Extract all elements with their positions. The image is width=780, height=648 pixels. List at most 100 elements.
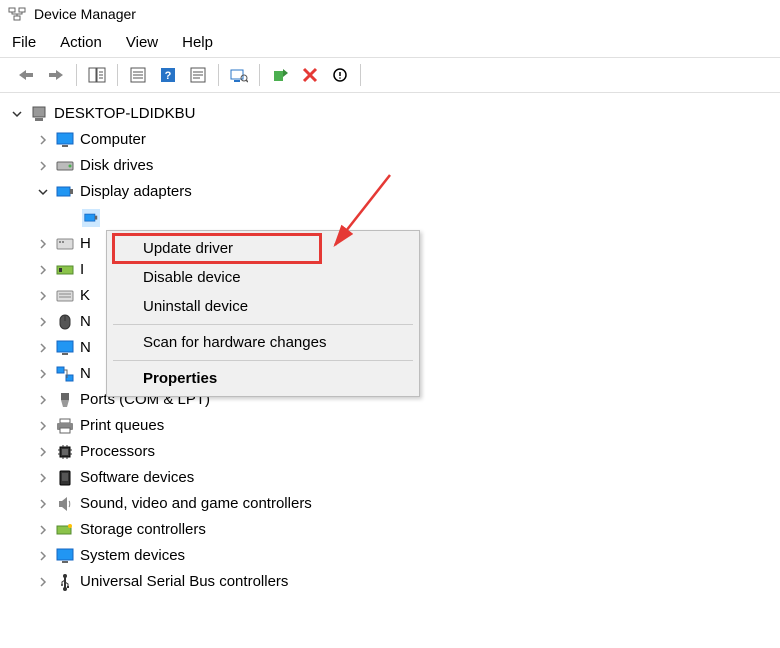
storage-controller-icon [56, 521, 74, 539]
tree-item-usb[interactable]: Universal Serial Bus controllers [6, 569, 774, 595]
tree-item-selected-adapter[interactable] [6, 205, 774, 231]
chevron-right-icon[interactable] [36, 237, 50, 251]
tree-label: Processors [80, 440, 155, 464]
ide-icon [56, 261, 74, 279]
monitor-icon [56, 131, 74, 149]
chevron-right-icon[interactable] [36, 549, 50, 563]
tree-label: Disk drives [80, 154, 153, 178]
update-driver-icon[interactable] [266, 61, 294, 89]
chevron-right-icon[interactable] [36, 497, 50, 511]
chevron-down-icon[interactable] [10, 107, 24, 121]
toolbar-separator [117, 64, 118, 86]
chevron-right-icon[interactable] [36, 133, 50, 147]
display-adapter-icon [82, 209, 100, 227]
keyboard-icon [56, 287, 74, 305]
chevron-down-icon[interactable] [36, 185, 50, 199]
menu-properties[interactable]: Properties [107, 364, 419, 393]
root-label: DESKTOP-LDIDKBU [54, 102, 195, 126]
speaker-icon [56, 495, 74, 513]
printer-icon [56, 417, 74, 435]
menu-separator [113, 360, 413, 361]
tree-item-storage[interactable]: Storage controllers [6, 517, 774, 543]
svg-text:?: ? [165, 70, 172, 82]
processor-icon [56, 443, 74, 461]
menubar: File Action View Help [0, 28, 780, 57]
toolbar-separator [259, 64, 260, 86]
chevron-right-icon[interactable] [36, 445, 50, 459]
menu-disable-device[interactable]: Disable device [107, 263, 419, 292]
help-icon[interactable]: ? [154, 61, 182, 89]
software-icon [56, 469, 74, 487]
port-icon [56, 391, 74, 409]
titlebar: Device Manager [0, 0, 780, 28]
tree-item-sound[interactable]: Sound, video and game controllers [6, 491, 774, 517]
disk-icon [56, 157, 74, 175]
menu-help[interactable]: Help [182, 34, 213, 51]
tree-label: N [80, 336, 91, 360]
properties-icon[interactable] [124, 61, 152, 89]
toolbar-separator [218, 64, 219, 86]
tree-label: Print queues [80, 414, 164, 438]
mouse-icon [56, 313, 74, 331]
tree-label: Computer [80, 128, 146, 152]
tree-item-display-adapters[interactable]: Display adapters [6, 179, 774, 205]
chevron-right-icon[interactable] [36, 419, 50, 433]
usb-icon [56, 573, 74, 591]
toolbar: ? [0, 57, 780, 93]
tree-item-software-devices[interactable]: Software devices [6, 465, 774, 491]
tree-item-processors[interactable]: Processors [6, 439, 774, 465]
context-menu: Update driver Disable device Uninstall d… [106, 230, 420, 397]
window-title: Device Manager [34, 6, 136, 22]
tree-label: I [80, 258, 84, 282]
tree-label: Universal Serial Bus controllers [80, 570, 288, 594]
menu-file[interactable]: File [12, 34, 36, 51]
display-adapter-icon [56, 183, 74, 201]
tree-item-system-devices[interactable]: System devices [6, 543, 774, 569]
monitor-icon [56, 339, 74, 357]
tree-label: H [80, 232, 91, 256]
scan-hardware-icon[interactable] [225, 61, 253, 89]
action-icon[interactable] [184, 61, 212, 89]
tree-label: System devices [80, 544, 185, 568]
toolbar-separator [360, 64, 361, 86]
chevron-right-icon[interactable] [36, 341, 50, 355]
chevron-right-icon[interactable] [36, 367, 50, 381]
menu-uninstall-device[interactable]: Uninstall device [107, 292, 419, 321]
tree-label: Display adapters [80, 180, 192, 204]
toolbar-separator [76, 64, 77, 86]
tree-root[interactable]: DESKTOP-LDIDKBU [6, 101, 774, 127]
chevron-right-icon[interactable] [36, 263, 50, 277]
chevron-right-icon[interactable] [36, 523, 50, 537]
tree-label: Sound, video and game controllers [80, 492, 312, 516]
tree-item-computer[interactable]: Computer [6, 127, 774, 153]
menu-action[interactable]: Action [60, 34, 102, 51]
network-icon [56, 365, 74, 383]
tree-label: Storage controllers [80, 518, 206, 542]
menu-separator [113, 324, 413, 325]
system-icon [56, 547, 74, 565]
tree-label: Software devices [80, 466, 194, 490]
chevron-right-icon[interactable] [36, 393, 50, 407]
show-hide-icon[interactable] [83, 61, 111, 89]
chevron-right-icon[interactable] [36, 289, 50, 303]
tree-item-disk-drives[interactable]: Disk drives [6, 153, 774, 179]
tree-label: N [80, 362, 91, 386]
tree-label: K [80, 284, 90, 308]
tree-item-print-queues[interactable]: Print queues [6, 413, 774, 439]
menu-view[interactable]: View [126, 34, 158, 51]
back-button[interactable] [12, 61, 40, 89]
chevron-right-icon[interactable] [36, 315, 50, 329]
uninstall-icon[interactable] [296, 61, 324, 89]
hid-icon [56, 235, 74, 253]
forward-button[interactable] [42, 61, 70, 89]
menu-scan-hardware[interactable]: Scan for hardware changes [107, 328, 419, 357]
chevron-right-icon[interactable] [36, 575, 50, 589]
chevron-right-icon[interactable] [36, 471, 50, 485]
device-manager-icon [8, 5, 26, 23]
menu-update-driver[interactable]: Update driver [107, 234, 419, 263]
computer-root-icon [30, 105, 48, 123]
disable-icon[interactable] [326, 61, 354, 89]
chevron-right-icon[interactable] [36, 159, 50, 173]
spacer [62, 211, 76, 225]
tree-label: N [80, 310, 91, 334]
